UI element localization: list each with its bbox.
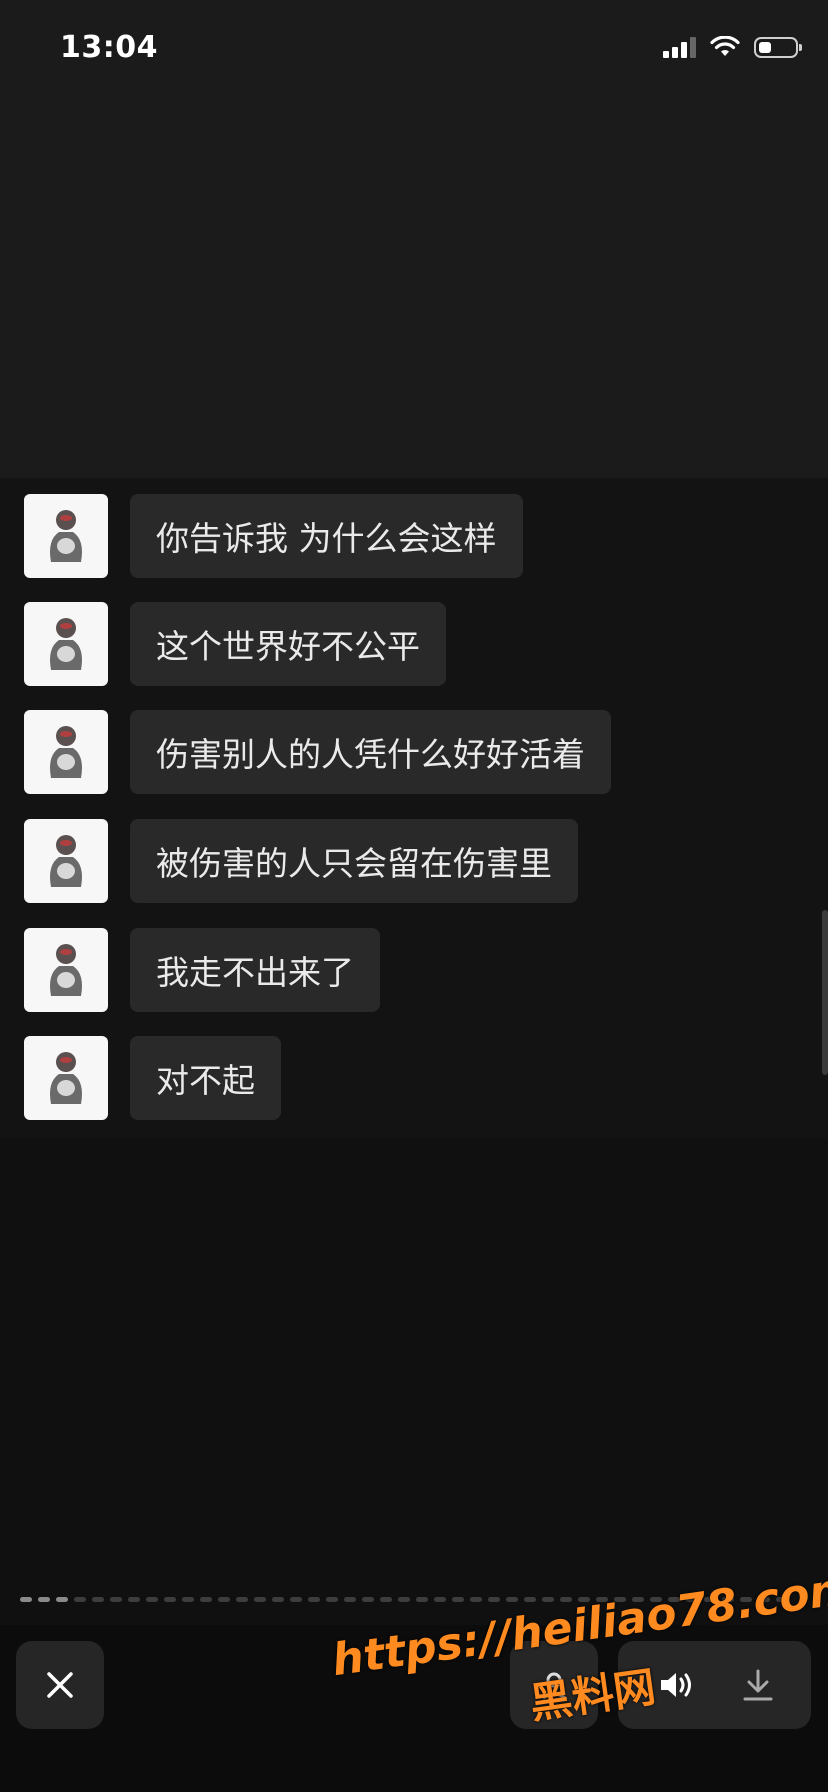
avatar-figure-icon bbox=[50, 618, 82, 670]
chat-message: 你告诉我 为什么会这样 bbox=[24, 494, 523, 578]
message-bubble: 这个世界好不公平 bbox=[130, 602, 446, 686]
chat-message: 这个世界好不公平 bbox=[24, 602, 446, 686]
page-dot bbox=[110, 1597, 122, 1602]
page-dot bbox=[182, 1597, 194, 1602]
page-dot bbox=[20, 1597, 32, 1602]
chat-message: 我走不出来了 bbox=[24, 928, 380, 1012]
page-dot bbox=[128, 1597, 140, 1602]
message-bubble: 伤害别人的人凭什么好好活着 bbox=[130, 710, 611, 794]
avatar bbox=[24, 819, 108, 903]
page-dot bbox=[254, 1597, 266, 1602]
close-button[interactable] bbox=[16, 1641, 104, 1729]
chat-message: 被伤害的人只会留在伤害里 bbox=[24, 819, 578, 903]
video-top-area bbox=[0, 100, 828, 478]
message-bubble: 你告诉我 为什么会这样 bbox=[130, 494, 523, 578]
page-dot bbox=[164, 1597, 176, 1602]
avatar bbox=[24, 928, 108, 1012]
page-dot bbox=[326, 1597, 338, 1602]
page-dot bbox=[38, 1597, 50, 1602]
message-bubble: 对不起 bbox=[130, 1036, 281, 1120]
battery-icon bbox=[754, 36, 802, 58]
avatar-figure-icon bbox=[50, 944, 82, 996]
page-dot bbox=[272, 1597, 284, 1602]
chat-message: 伤害别人的人凭什么好好活着 bbox=[24, 710, 611, 794]
page-dot bbox=[200, 1597, 212, 1602]
avatar-figure-icon bbox=[50, 726, 82, 778]
wifi-icon bbox=[710, 36, 740, 56]
page-dot bbox=[92, 1597, 104, 1602]
avatar bbox=[24, 1036, 108, 1120]
page-dot bbox=[236, 1597, 248, 1602]
close-icon bbox=[47, 1672, 73, 1698]
page-dot bbox=[344, 1597, 356, 1602]
page-dot bbox=[290, 1597, 302, 1602]
page-dot bbox=[218, 1597, 230, 1602]
scroll-indicator[interactable] bbox=[822, 910, 828, 1075]
chat-area: 你告诉我 为什么会这样 这个世界好不公平 伤害别人的人凭什么好好活着 被伤害的人… bbox=[0, 478, 828, 1138]
page-dot bbox=[308, 1597, 320, 1602]
page-dot bbox=[74, 1597, 86, 1602]
status-bar: 13:04 bbox=[0, 0, 828, 100]
avatar bbox=[24, 494, 108, 578]
page-dot bbox=[56, 1597, 68, 1602]
page-dot bbox=[146, 1597, 158, 1602]
cellular-signal-icon bbox=[663, 36, 696, 58]
avatar-figure-icon bbox=[50, 1052, 82, 1104]
chat-message: 对不起 bbox=[24, 1036, 281, 1120]
avatar bbox=[24, 710, 108, 794]
message-bubble: 被伤害的人只会留在伤害里 bbox=[130, 819, 578, 903]
status-time: 13:04 bbox=[60, 30, 158, 65]
avatar-figure-icon bbox=[50, 510, 82, 562]
message-bubble: 我走不出来了 bbox=[130, 928, 380, 1012]
status-icons bbox=[663, 36, 802, 58]
avatar bbox=[24, 602, 108, 686]
avatar-figure-icon bbox=[50, 835, 82, 887]
